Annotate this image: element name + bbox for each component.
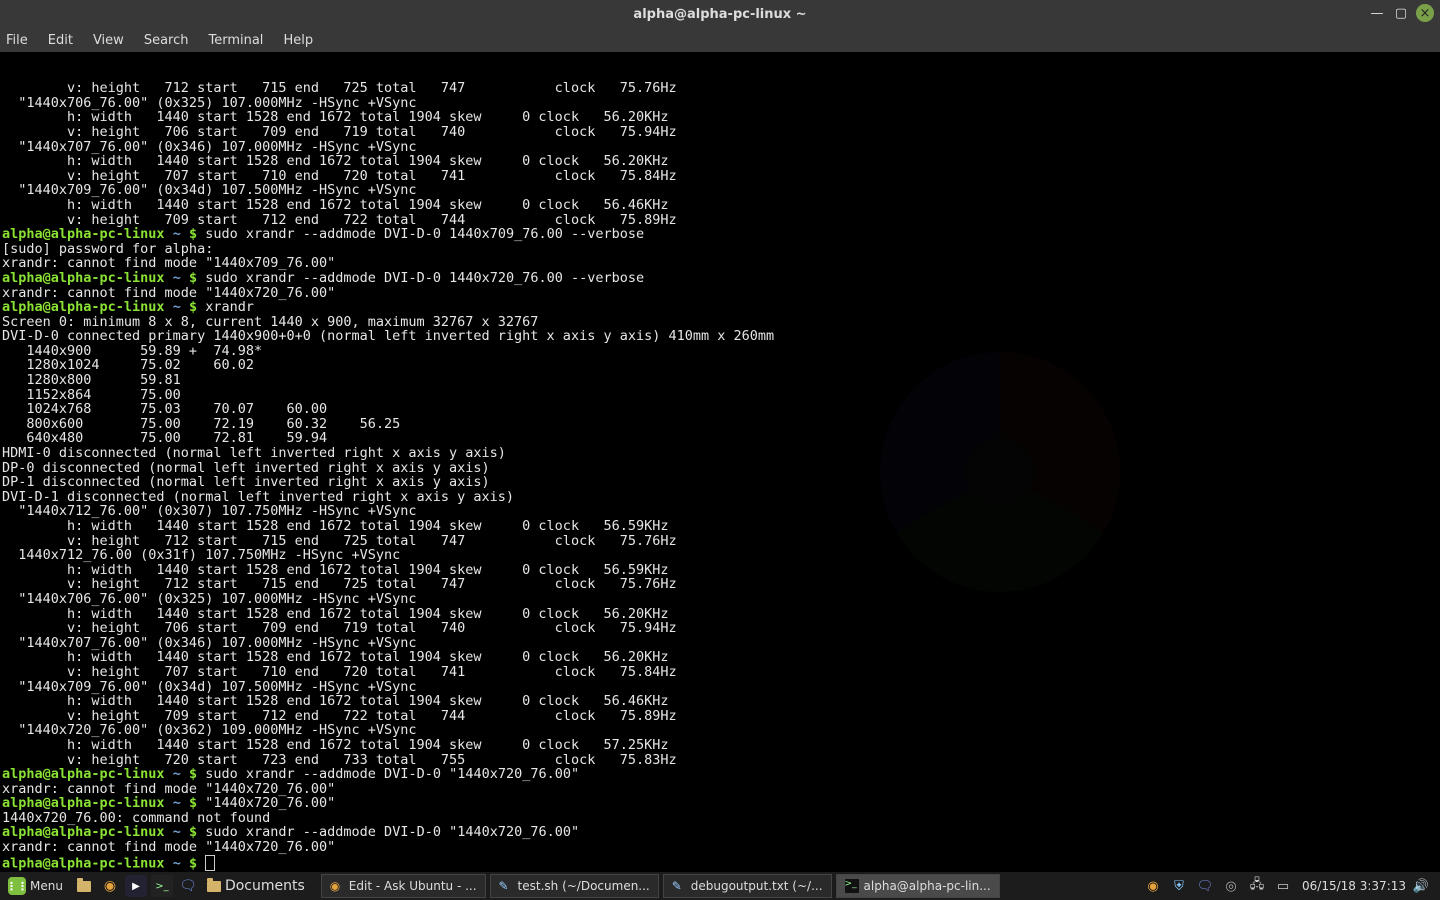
display-tray-icon[interactable]: ▭ xyxy=(1273,876,1293,896)
steam-tray-icon[interactable]: ◎ xyxy=(1221,876,1241,896)
menu-help[interactable]: Help xyxy=(283,33,313,48)
chrome-launcher-icon[interactable]: ◉ xyxy=(99,875,121,897)
task-debugoutput[interactable]: ✎debugoutput.txt (~/... xyxy=(663,874,832,898)
terminal-icon: >_ xyxy=(845,879,859,893)
documents-folder-button[interactable]: Documents xyxy=(203,875,309,897)
menu-view[interactable]: View xyxy=(93,33,124,48)
maximize-button[interactable]: ▢ xyxy=(1392,4,1410,22)
text-editor-icon: ✎ xyxy=(499,879,513,893)
task-terminal[interactable]: >_alpha@alpha-pc-lin... xyxy=(836,874,1000,898)
terminal-launcher-icon[interactable]: >_ xyxy=(151,875,173,897)
discord-launcher-icon[interactable]: 🗨 xyxy=(177,875,199,897)
minimize-button[interactable]: — xyxy=(1368,4,1386,22)
terminal-output[interactable]: v: height 712 start 715 end 725 total 74… xyxy=(0,52,1440,872)
discord-tray-icon[interactable]: 🗨 xyxy=(1195,876,1215,896)
cursor xyxy=(205,855,215,871)
start-menu-label: Menu xyxy=(30,879,63,893)
network-tray-icon[interactable]: 🖧 xyxy=(1247,876,1267,896)
menu-edit[interactable]: Edit xyxy=(48,33,73,48)
window-titlebar: alpha@alpha-pc-linux ~ — ▢ × xyxy=(0,0,1440,28)
chrome-icon: ◉ xyxy=(330,879,344,893)
start-menu-button[interactable]: ⋮⋮ Menu xyxy=(0,872,71,900)
menu-terminal[interactable]: Terminal xyxy=(208,33,263,48)
menu-file[interactable]: File xyxy=(6,33,28,48)
window-list: ◉Edit - Ask Ubuntu - ... ✎test.sh (~/Doc… xyxy=(321,872,1004,900)
task-askubuntu[interactable]: ◉Edit - Ask Ubuntu - ... xyxy=(321,874,486,898)
system-tray: ◉ ⛨ 🗨 ◎ 🖧 ▭ 06/15/18 3:37:13 🔊 xyxy=(1140,872,1440,900)
chrome-icon xyxy=(880,352,1120,592)
shield-tray-icon[interactable]: ⛨ xyxy=(1169,876,1189,896)
task-testsh[interactable]: ✎test.sh (~/Documen... xyxy=(490,874,659,898)
steam-launcher-icon[interactable]: ▶ xyxy=(125,875,147,897)
volume-tray-icon[interactable]: 🔊 xyxy=(1411,876,1431,896)
text-editor-icon: ✎ xyxy=(672,879,686,893)
close-button[interactable]: × xyxy=(1416,4,1434,22)
menubar: File Edit View Search Terminal Help xyxy=(0,28,1440,53)
files-icon[interactable] xyxy=(73,875,95,897)
window-title: alpha@alpha-pc-linux ~ xyxy=(0,7,1440,22)
mint-logo-icon: ⋮⋮ xyxy=(8,877,26,895)
chrome-tray-icon[interactable]: ◉ xyxy=(1143,876,1163,896)
clock[interactable]: 06/15/18 3:37:13 xyxy=(1302,879,1406,893)
quick-launch: ◉ ▶ >_ 🗨 Documents xyxy=(71,872,311,900)
menu-search[interactable]: Search xyxy=(144,33,189,48)
taskbar: ⋮⋮ Menu ◉ ▶ >_ 🗨 Documents ◉Edit - Ask U… xyxy=(0,872,1440,900)
